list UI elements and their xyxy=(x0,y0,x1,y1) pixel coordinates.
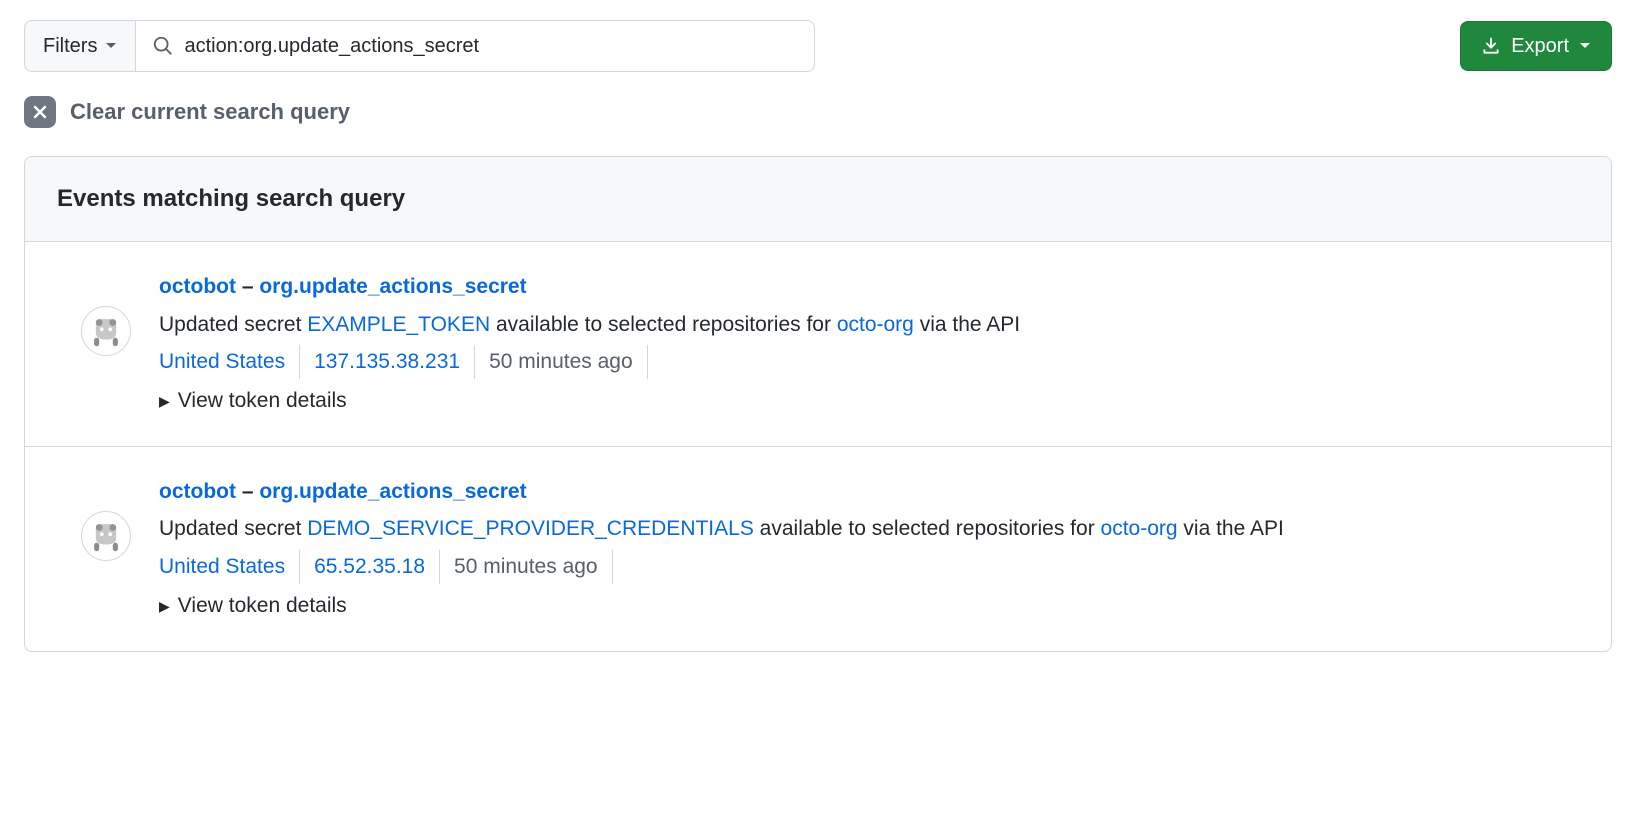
bot-avatar-icon xyxy=(89,314,123,348)
desc-suffix: via the API xyxy=(1178,517,1284,540)
secret-link[interactable]: DEMO_SERVICE_PROVIDER_CREDENTIALS xyxy=(307,517,754,540)
details-label: View token details xyxy=(178,589,347,623)
search-icon xyxy=(152,35,174,57)
event-body: octobot – org.update_actions_secret Upda… xyxy=(159,475,1579,623)
desc-prefix: Updated secret xyxy=(159,517,307,540)
event-body: octobot – org.update_actions_secret Upda… xyxy=(159,270,1579,418)
location-link[interactable]: United States xyxy=(159,550,300,584)
actor-link[interactable]: octobot xyxy=(159,480,236,503)
time-text: 50 minutes ago xyxy=(440,550,613,584)
x-icon xyxy=(31,103,49,121)
org-link[interactable]: octo-org xyxy=(1101,517,1178,540)
event-item: octobot – org.update_actions_secret Upda… xyxy=(25,447,1611,651)
action-link[interactable]: org.update_actions_secret xyxy=(259,480,526,503)
caret-down-icon xyxy=(105,42,117,50)
actor-avatar[interactable] xyxy=(81,306,131,356)
secret-link[interactable]: EXAMPLE_TOKEN xyxy=(307,313,490,336)
caret-down-icon xyxy=(1579,42,1591,50)
clear-search-label[interactable]: Clear current search query xyxy=(70,99,350,125)
results-header: Events matching search query xyxy=(25,157,1611,242)
export-button[interactable]: Export xyxy=(1460,21,1612,71)
event-item: octobot – org.update_actions_secret Upda… xyxy=(25,242,1611,447)
title-dash: – xyxy=(236,275,259,298)
event-title: octobot – org.update_actions_secret xyxy=(159,475,1579,509)
view-token-details-toggle[interactable]: ▶ View token details xyxy=(159,384,347,418)
desc-prefix: Updated secret xyxy=(159,313,307,336)
search-field-wrap[interactable] xyxy=(136,20,814,72)
filters-label: Filters xyxy=(43,35,97,58)
triangle-right-icon: ▶ xyxy=(159,595,170,617)
desc-mid: available to selected repositories for xyxy=(754,517,1101,540)
event-meta: United States 137.135.38.231 50 minutes … xyxy=(159,345,1579,379)
event-meta: United States 65.52.35.18 50 minutes ago xyxy=(159,550,1579,584)
event-description: Updated secret DEMO_SERVICE_PROVIDER_CRE… xyxy=(159,512,1579,546)
view-token-details-toggle[interactable]: ▶ View token details xyxy=(159,589,347,623)
search-input[interactable] xyxy=(184,35,797,58)
action-link[interactable]: org.update_actions_secret xyxy=(259,275,526,298)
time-text: 50 minutes ago xyxy=(475,345,648,379)
clear-search-x-button[interactable] xyxy=(24,96,56,128)
results-box: Events matching search query octobot – o… xyxy=(24,156,1612,652)
actor-link[interactable]: octobot xyxy=(159,275,236,298)
triangle-right-icon: ▶ xyxy=(159,390,170,412)
clear-search-row[interactable]: Clear current search query xyxy=(24,96,1612,128)
ip-link[interactable]: 137.135.38.231 xyxy=(300,345,475,379)
desc-suffix: via the API xyxy=(914,313,1020,336)
bot-avatar-icon xyxy=(89,519,123,553)
title-dash: – xyxy=(236,480,259,503)
top-bar: Filters Export xyxy=(24,20,1612,72)
download-icon xyxy=(1481,36,1501,56)
event-description: Updated secret EXAMPLE_TOKEN available t… xyxy=(159,308,1579,342)
location-link[interactable]: United States xyxy=(159,345,300,379)
org-link[interactable]: octo-org xyxy=(837,313,914,336)
details-label: View token details xyxy=(178,384,347,418)
desc-mid: available to selected repositories for xyxy=(490,313,837,336)
ip-link[interactable]: 65.52.35.18 xyxy=(300,550,440,584)
event-title: octobot – org.update_actions_secret xyxy=(159,270,1579,304)
export-label: Export xyxy=(1511,35,1569,58)
actor-avatar[interactable] xyxy=(81,511,131,561)
filters-button[interactable]: Filters xyxy=(24,20,136,72)
